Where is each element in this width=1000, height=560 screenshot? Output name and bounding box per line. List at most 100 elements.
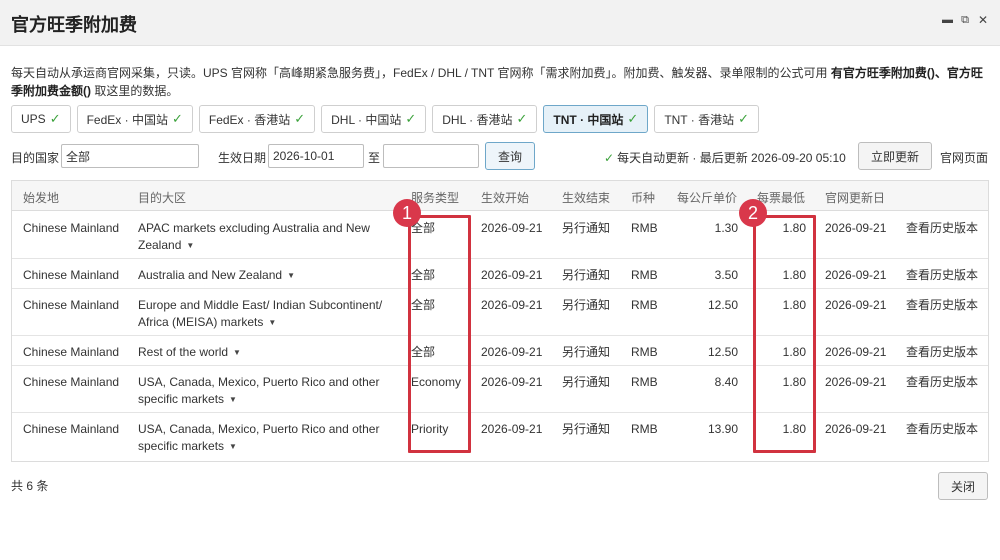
country-label: 目的国家: [11, 151, 60, 165]
tab-ups[interactable]: UPS ✓: [11, 105, 71, 133]
cell-start: 2026-09-21: [481, 345, 543, 359]
intro-part2: 取这里的数据。: [91, 84, 179, 98]
view-history-link[interactable]: 查看历史版本: [906, 421, 978, 438]
cell-service-type: 全部: [411, 268, 436, 282]
cell-origin: Chinese Mainland: [23, 268, 120, 282]
check-icon: ✓: [604, 151, 615, 165]
title-bar: 官方旺季附加费 ▬ ⧉ ✕: [0, 0, 1000, 46]
cell-destination: USA, Canada, Mexico, Puerto Rico and oth…: [138, 374, 396, 408]
cell-end: 另行通知: [562, 345, 611, 359]
tab-dhl-cn[interactable]: DHL · 中国站 ✓: [321, 105, 427, 133]
cell-currency: RMB: [631, 221, 658, 235]
cell-currency: RMB: [631, 375, 658, 389]
destination-text: Australia and New Zealand: [138, 268, 283, 282]
table-row: Chinese Mainland APAC markets excluding …: [12, 212, 988, 259]
tab-tnt-cn[interactable]: TNT · 中国站 ✓: [543, 105, 649, 133]
cell-currency: RMB: [631, 422, 658, 436]
destination-text: Europe and Middle East/ Indian Subcontin…: [138, 298, 383, 329]
cell-destination: APAC markets excluding Australia and New…: [138, 220, 396, 254]
caret-down-icon[interactable]: ▼: [287, 267, 295, 284]
check-icon: ✓: [738, 111, 749, 126]
date-label: 生效日期: [218, 151, 267, 165]
status-text: 每天自动更新 · 最后更新 2026-09-20 05:10: [617, 151, 846, 165]
cell-unit-price: 12.50: [707, 345, 738, 359]
caret-down-icon[interactable]: ▼: [229, 391, 237, 408]
cell-min-per-ticket: 1.80: [782, 298, 806, 312]
annotation-marker-2: 2: [739, 199, 767, 227]
tab-label: TNT · 香港站: [664, 112, 735, 127]
caret-down-icon[interactable]: ▼: [233, 344, 241, 361]
cell-origin: Chinese Mainland: [23, 422, 120, 436]
cell-start: 2026-09-21: [481, 268, 543, 282]
header-origin: 始发地: [23, 191, 60, 205]
check-icon: ✓: [171, 111, 183, 126]
restore-icon[interactable]: ⧉: [960, 13, 970, 27]
check-icon: ✓: [405, 111, 417, 126]
check-icon: ✓: [49, 111, 61, 126]
query-button[interactable]: 查询: [485, 142, 535, 170]
cell-min-per-ticket: 1.80: [782, 268, 806, 282]
destination-text: APAC markets excluding Australia and New…: [138, 221, 370, 252]
view-history-link[interactable]: 查看历史版本: [906, 297, 978, 314]
cell-service-type: Priority: [411, 422, 449, 436]
date-from-input[interactable]: [268, 144, 364, 168]
header-updated: 官网更新日: [825, 191, 886, 205]
view-history-link[interactable]: 查看历史版本: [906, 374, 978, 391]
header-min-per-ticket: 每票最低: [757, 191, 806, 205]
cell-updated: 2026-09-21: [825, 268, 887, 282]
view-history-link[interactable]: 查看历史版本: [906, 220, 978, 237]
tab-fedex-cn[interactable]: FedEx · 中国站 ✓: [76, 105, 193, 133]
tab-dhl-hk[interactable]: DHL · 香港站 ✓: [432, 105, 538, 133]
cell-unit-price: 1.30: [714, 221, 738, 235]
header-currency: 币种: [631, 191, 656, 205]
view-history-link[interactable]: 查看历史版本: [906, 344, 978, 361]
cell-updated: 2026-09-21: [825, 345, 887, 359]
cell-unit-price: 8.40: [714, 375, 738, 389]
tab-tnt-hk[interactable]: TNT · 香港站 ✓: [654, 105, 759, 133]
country-input[interactable]: [61, 144, 199, 168]
table-header: 始发地 目的大区 服务类型 生效开始 生效结束 币种 每公斤单价 每票最低 官网…: [12, 181, 988, 211]
cell-end: 另行通知: [562, 221, 611, 235]
intro-part1: 每天自动从承运商官网采集，只读。UPS 官网称「高峰期紧急服务费」，FedEx …: [11, 66, 831, 80]
caret-down-icon[interactable]: ▼: [229, 438, 237, 455]
cell-service-type: Economy: [411, 375, 462, 389]
filter-bar: 目的国家 生效日期 至 查询 ✓每天自动更新 · 最后更新 2026-09-20…: [11, 142, 991, 172]
update-status: ✓ 每天自动更新 · 最后更新 2026-09-20 05:10: [604, 149, 846, 166]
table-row: Chinese Mainland Rest of the world ▼ 全部 2…: [12, 336, 988, 366]
cell-updated: 2026-09-21: [825, 221, 887, 235]
official-page-link[interactable]: 官网页面: [940, 149, 988, 166]
header-end: 生效结束: [562, 191, 611, 205]
cell-start: 2026-09-21: [481, 298, 543, 312]
cell-currency: RMB: [631, 268, 658, 282]
cell-currency: RMB: [631, 345, 658, 359]
cell-service-type: 全部: [411, 298, 436, 312]
cell-origin: Chinese Mainland: [23, 298, 120, 312]
tab-fedex-hk[interactable]: FedEx · 香港站 ✓: [198, 105, 316, 133]
close-button[interactable]: 关闭: [938, 472, 988, 500]
caret-down-icon[interactable]: ▼: [186, 237, 194, 254]
update-now-button[interactable]: 立即更新: [858, 142, 932, 170]
cell-min-per-ticket: 1.80: [782, 345, 806, 359]
table-row: Chinese Mainland USA, Canada, Mexico, Pu…: [12, 366, 988, 413]
cell-service-type: 全部: [411, 345, 436, 359]
check-icon: ✓: [627, 111, 639, 126]
cell-updated: 2026-09-21: [825, 375, 887, 389]
header-service-type: 服务类型: [411, 191, 460, 205]
cell-start: 2026-09-21: [481, 422, 543, 436]
minimize-icon[interactable]: ▬: [942, 13, 953, 27]
tab-label: DHL · 香港站: [442, 112, 513, 127]
check-icon: ✓: [294, 111, 306, 126]
header-unit-price: 每公斤单价: [677, 191, 738, 205]
view-history-link[interactable]: 查看历史版本: [906, 267, 978, 284]
cell-updated: 2026-09-21: [825, 422, 887, 436]
carrier-tabs: UPS ✓ FedEx · 中国站 ✓ FedEx · 香港站 ✓ DHL · 中国站…: [11, 105, 759, 133]
caret-down-icon[interactable]: ▼: [268, 314, 276, 331]
date-to-input[interactable]: [383, 144, 479, 168]
cell-end: 另行通知: [562, 375, 611, 389]
cell-origin: Chinese Mainland: [23, 221, 120, 235]
header-start: 生效开始: [481, 191, 530, 205]
close-icon[interactable]: ✕: [978, 13, 988, 27]
cell-end: 另行通知: [562, 422, 611, 436]
cell-destination: Europe and Middle East/ Indian Subcontin…: [138, 297, 396, 331]
cell-min-per-ticket: 1.80: [782, 375, 806, 389]
